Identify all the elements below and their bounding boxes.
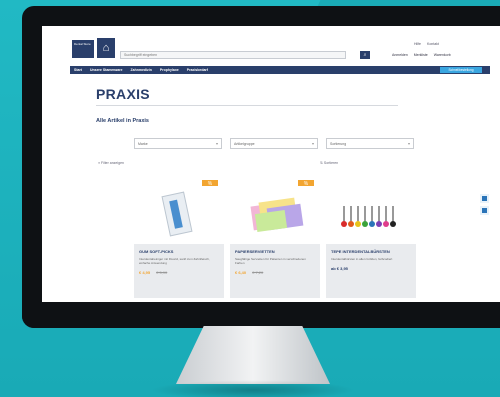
nav-item-stammware[interactable]: Unsere Stammware — [90, 68, 123, 72]
site-header: Dental Store ⌂ Suchbegriff eingeben ⌕ Hi… — [42, 26, 500, 64]
filter-brand[interactable]: Marke ▾ — [134, 138, 222, 149]
product-description: Interdentalbürsten in allen Größen, farb… — [331, 257, 393, 261]
product-name[interactable]: PAPIERSERVIETTEN — [235, 249, 315, 254]
page-subtitle: Alle Artikel in Praxis — [96, 118, 149, 124]
product-name[interactable]: TEPE INTERDENTALBÜRSTEN — [331, 249, 411, 254]
side-share-tab[interactable] — [480, 194, 489, 203]
product-description: Saugfähige Servietten für Patienten in v… — [235, 257, 306, 265]
product-card[interactable]: PAPIERSERVIETTEN Saugfähige Servietten f… — [230, 186, 320, 298]
product-name[interactable]: GUM SOFT-PICKS — [139, 249, 219, 254]
chevron-down-icon: ▾ — [311, 141, 314, 146]
search-button[interactable]: ⌕ — [360, 51, 370, 59]
product-price: € 6,40 € 7,20 — [235, 270, 315, 275]
title-divider — [96, 105, 398, 106]
monitor-stand — [176, 326, 330, 384]
top-link-contact[interactable]: Kontakt — [427, 42, 439, 46]
monitor-chin — [22, 302, 500, 328]
nav-item-start[interactable]: Start — [74, 68, 82, 72]
search-icon: ⌕ — [363, 52, 367, 58]
sort-label: Sortieren — [323, 161, 339, 165]
price-old: € 5,90 — [156, 270, 168, 275]
price-current: € 6,40 — [235, 270, 247, 275]
product-card[interactable]: TEPE INTERDENTALBÜRSTEN Interdentalbürst… — [326, 186, 416, 298]
account-links: Anmelden Merkliste Warenkorb — [392, 53, 456, 57]
main-navigation: Start Unsere Stammware Zahnmedizin Proph… — [70, 66, 490, 74]
top-link-help[interactable]: Hilfe — [414, 42, 421, 46]
login-link[interactable]: Anmelden — [392, 53, 408, 57]
site-logo[interactable]: Dental Store — [72, 40, 94, 58]
nav-item-praxisbedarf[interactable]: Praxisbedarf — [187, 68, 208, 72]
price-current: ab € 3,95 — [331, 266, 348, 271]
product-card[interactable]: GUM SOFT-PICKS Interdentalreiniger mit F… — [134, 186, 224, 298]
page-title: PRAXIS — [96, 86, 150, 102]
filter-group[interactable]: Artikelgruppe ▾ — [230, 138, 318, 149]
product-info: TEPE INTERDENTALBÜRSTEN Interdentalbürst… — [326, 244, 416, 298]
product-image — [230, 186, 320, 244]
search-input[interactable]: Suchbegriff eingeben — [120, 51, 346, 59]
product-image — [134, 186, 224, 244]
search-placeholder: Suchbegriff eingeben — [124, 53, 158, 57]
price-current: € 4,95 — [139, 270, 151, 275]
sort-control[interactable]: ⇅ Sortieren — [320, 161, 338, 165]
filter-toggle[interactable]: ≡ Filter anzeigen — [98, 161, 124, 165]
filter-sort[interactable]: Sortierung ▾ — [326, 138, 414, 149]
product-image — [326, 186, 416, 244]
filter-toggle-label: Filter anzeigen — [101, 161, 124, 165]
product-price: € 4,95 € 5,90 — [139, 270, 219, 275]
product-info: PAPIERSERVIETTEN Saugfähige Servietten f… — [230, 244, 320, 298]
filter-sort-label: Sortierung — [330, 142, 347, 146]
filter-brand-label: Marke — [138, 142, 148, 146]
product-info: GUM SOFT-PICKS Interdentalreiniger mit F… — [134, 244, 224, 298]
chevron-down-icon: ▾ — [215, 141, 218, 146]
filter-group-label: Artikelgruppe — [234, 142, 255, 146]
product-description: Interdentalreiniger mit Fluorid, sanft z… — [139, 257, 210, 265]
cart-link[interactable]: Warenkorb — [434, 53, 451, 57]
chevron-down-icon: ▾ — [407, 141, 410, 146]
tooth-logo-icon[interactable]: ⌂ — [97, 38, 115, 58]
nav-item-prophylaxe[interactable]: Prophylaxe — [160, 68, 179, 72]
product-price: ab € 3,95 — [331, 266, 411, 271]
logo-text: Dental Store — [74, 42, 91, 46]
stand-shadow — [150, 380, 356, 397]
top-links: Hilfe Kontakt — [414, 42, 444, 46]
quick-order-button[interactable]: Schnellbestellung — [440, 67, 482, 73]
side-contact-tab[interactable] — [480, 206, 489, 215]
nav-item-zahnmedizin[interactable]: Zahnmedizin — [130, 68, 151, 72]
price-old: € 7,20 — [252, 270, 264, 275]
wishlist-link[interactable]: Merkliste — [414, 53, 428, 57]
